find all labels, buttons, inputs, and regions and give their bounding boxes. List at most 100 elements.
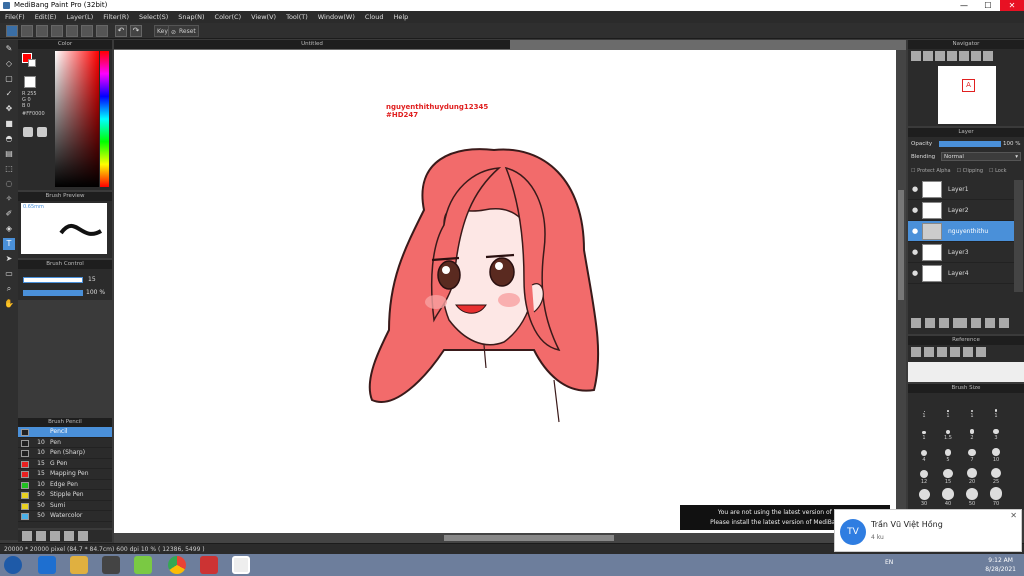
zoom-out-icon[interactable]	[923, 51, 933, 61]
brush-size-option[interactable]: 7	[960, 441, 984, 463]
clipping-checkbox[interactable]: ☐ Clipping	[957, 168, 983, 174]
flip-icon[interactable]	[983, 51, 993, 61]
app-icon-green[interactable]	[134, 556, 152, 574]
layer-row[interactable]: ● nguyenthithu	[908, 221, 1014, 242]
folder-icon[interactable]	[971, 318, 981, 328]
lock-checkbox[interactable]: ☐ Lock	[989, 168, 1006, 174]
hand-tool-icon[interactable]: ✋	[3, 298, 15, 310]
marquee-tool-icon[interactable]: ⬚	[3, 163, 15, 175]
menu-cloud[interactable]: Cloud	[360, 11, 389, 23]
select-tool-icon[interactable]: ✓	[3, 88, 15, 100]
fill-rect-icon[interactable]: ■	[3, 118, 15, 130]
file-explorer-icon[interactable]	[70, 556, 88, 574]
brush-size-option[interactable]: 4	[912, 441, 936, 463]
ref-fit-icon[interactable]	[963, 347, 973, 357]
new-file-icon[interactable]	[21, 25, 33, 37]
menu-snap[interactable]: Snap(N)	[173, 11, 209, 23]
ref-zoom-in-icon[interactable]	[950, 347, 960, 357]
reset-button[interactable]: ⊘ Reset	[168, 25, 199, 37]
menu-filter[interactable]: Filter(R)	[98, 11, 134, 23]
brush-folder-icon[interactable]	[78, 531, 88, 541]
share-icon[interactable]	[66, 25, 78, 37]
open-icon[interactable]	[924, 347, 934, 357]
brush-size-option[interactable]: 2	[960, 419, 984, 441]
brush-item[interactable]: 50 Sumi	[18, 501, 112, 511]
brush-size-option[interactable]: 25	[984, 463, 1008, 485]
undo-icon[interactable]: ↶	[115, 25, 127, 37]
brush-size-option[interactable]: 1.5	[936, 419, 960, 441]
drawing-canvas[interactable]: nguyenthithuydung12345 #HD247	[114, 50, 896, 533]
brush-size-option[interactable]: 50	[960, 485, 984, 507]
layer-row[interactable]: ● Layer3	[908, 242, 1014, 263]
menu-help[interactable]: Help	[388, 11, 413, 23]
color-picker-icon[interactable]	[37, 127, 47, 137]
eye-icon[interactable]: ●	[908, 269, 922, 277]
brush-size-option[interactable]: 1	[912, 419, 936, 441]
vertical-scroll-thumb[interactable]	[898, 190, 904, 300]
brush-tool-icon[interactable]: ✎	[3, 43, 15, 55]
layer-opacity-slider[interactable]	[939, 141, 1001, 147]
hue-slider[interactable]	[100, 51, 109, 187]
cloud-icon[interactable]	[6, 25, 18, 37]
brush-delete-icon[interactable]	[64, 531, 74, 541]
new-layer-icon[interactable]	[911, 318, 921, 328]
brush-item[interactable]: 15 Mapping Pen	[18, 469, 112, 480]
menu-window[interactable]: Window(W)	[313, 11, 360, 23]
brush-size-option[interactable]: 15	[936, 463, 960, 485]
medibang-taskbar-icon[interactable]	[232, 556, 250, 574]
brush-size-slider[interactable]	[23, 277, 83, 283]
brush-item[interactable]: Pencil	[18, 427, 112, 438]
dot-tool-icon[interactable]: ▢	[3, 73, 15, 85]
saturation-value-field[interactable]	[55, 51, 99, 187]
vertical-scrollbar[interactable]	[896, 50, 906, 533]
chat-notification[interactable]: TV Trần Vũ Việt Hồng 4 ku ✕	[834, 509, 1022, 552]
layer-scrollbar[interactable]	[1014, 180, 1023, 292]
rotate-left-icon[interactable]	[959, 51, 969, 61]
brush-add-icon[interactable]	[22, 531, 32, 541]
settings-icon[interactable]	[96, 25, 108, 37]
maximize-button[interactable]: ☐	[976, 0, 1000, 11]
select-pen-icon[interactable]: ✐	[3, 208, 15, 220]
brush-size-option[interactable]: 70	[984, 485, 1008, 507]
redo-icon[interactable]: ↷	[130, 25, 142, 37]
app-icon-red[interactable]	[200, 556, 218, 574]
canvas-tab[interactable]: Untitled	[114, 40, 510, 49]
eye-icon[interactable]: ●	[908, 227, 922, 235]
brush-size-option[interactable]: 5	[936, 441, 960, 463]
brush-size-option[interactable]: 1	[960, 397, 984, 419]
ref-zoom-out-icon[interactable]	[976, 347, 986, 357]
navigator-viewport[interactable]: A	[962, 79, 975, 92]
bucket-tool-icon[interactable]: ◓	[3, 133, 15, 145]
copy-layer-icon[interactable]	[939, 318, 949, 328]
divide-tool-icon[interactable]: ▭	[3, 268, 15, 280]
menu-select[interactable]: Select(S)	[134, 11, 173, 23]
brush-item[interactable]: 15 G Pen	[18, 459, 112, 469]
move-tool-icon[interactable]: ✥	[3, 103, 15, 115]
close-button[interactable]: ✕	[1000, 0, 1024, 11]
text-tool-icon[interactable]: T	[3, 238, 15, 250]
operation-tool-icon[interactable]: ➤	[3, 253, 15, 265]
save-icon[interactable]	[51, 25, 63, 37]
delete-layer-icon[interactable]	[999, 318, 1009, 328]
internet-explorer-icon[interactable]	[38, 556, 56, 574]
menu-view[interactable]: View(V)	[246, 11, 281, 23]
menu-file[interactable]: File(F)	[0, 11, 30, 23]
brush-item[interactable]: 10 Pen (Sharp)	[18, 448, 112, 459]
clock[interactable]: 9:12 AM 8/28/2021	[985, 556, 1016, 574]
minimize-button[interactable]: —	[952, 0, 976, 11]
select-eraser-icon[interactable]: ◈	[3, 223, 15, 235]
layer-row[interactable]: ● Layer4	[908, 263, 1014, 284]
reference-view[interactable]	[908, 362, 1024, 382]
protect-alpha-checkbox[interactable]: ☐ Protect Alpha	[911, 168, 951, 174]
import-icon[interactable]	[937, 347, 947, 357]
lasso-tool-icon[interactable]: ◌	[3, 178, 15, 190]
media-player-icon[interactable]	[102, 556, 120, 574]
brush-item[interactable]: 10 Edge Pen	[18, 480, 112, 490]
brush-size-option[interactable]: 1	[936, 397, 960, 419]
layer-menu-icon[interactable]	[953, 318, 967, 328]
brush-size-option[interactable]: 30	[912, 485, 936, 507]
brush-item[interactable]: 10 Pen	[18, 438, 112, 448]
export-icon[interactable]	[81, 25, 93, 37]
brush-size-option[interactable]: 20	[960, 463, 984, 485]
brush-opacity-slider[interactable]	[23, 290, 83, 296]
